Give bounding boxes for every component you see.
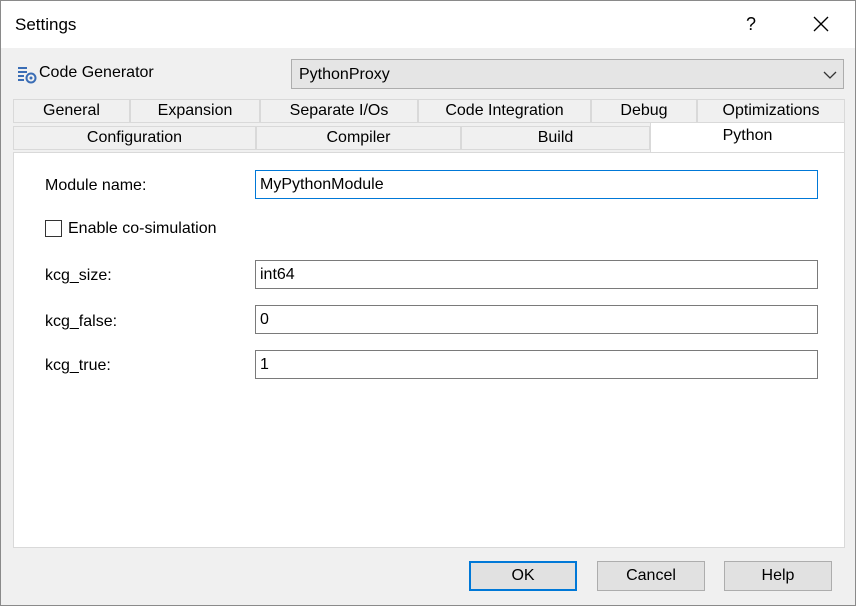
cancel-button[interactable]: Cancel bbox=[597, 561, 705, 591]
tab-separate-ios[interactable]: Separate I/Os bbox=[260, 99, 418, 123]
kcg-size-input[interactable]: int64 bbox=[255, 260, 818, 289]
tab-code-integration[interactable]: Code Integration bbox=[418, 99, 591, 123]
code-generator-label: Code Generator bbox=[39, 64, 154, 81]
tab-compiler[interactable]: Compiler bbox=[256, 126, 461, 150]
help-button[interactable]: Help bbox=[724, 561, 832, 591]
title-bar: Settings ? bbox=[1, 1, 855, 48]
kcg-true-label: kcg_true: bbox=[45, 357, 111, 374]
enable-cosimulation-label[interactable]: Enable co-simulation bbox=[68, 220, 217, 238]
kcg-true-input[interactable]: 1 bbox=[255, 350, 818, 379]
kcg-false-input[interactable]: 0 bbox=[255, 305, 818, 334]
tab-python[interactable]: Python bbox=[650, 122, 845, 153]
close-icon[interactable] bbox=[801, 9, 841, 39]
tab-debug[interactable]: Debug bbox=[591, 99, 697, 123]
tab-general[interactable]: General bbox=[13, 99, 130, 123]
enable-cosimulation-checkbox[interactable] bbox=[45, 220, 62, 237]
dialog-title: Settings bbox=[15, 15, 77, 34]
kcg-false-label: kcg_false: bbox=[45, 313, 118, 330]
ok-button[interactable]: OK bbox=[469, 561, 577, 591]
code-generator-select[interactable]: PythonProxy bbox=[291, 59, 844, 89]
code-generator-value: PythonProxy bbox=[299, 66, 390, 83]
tab-optimizations[interactable]: Optimizations bbox=[697, 99, 845, 123]
help-icon[interactable]: ? bbox=[733, 9, 769, 39]
kcg-size-label: kcg_size: bbox=[45, 267, 112, 284]
tab-build[interactable]: Build bbox=[461, 126, 650, 150]
settings-dialog: Settings ? Code Generator PythonProxy Ge… bbox=[0, 0, 856, 606]
module-name-input[interactable]: MyPythonModule bbox=[255, 170, 818, 199]
module-name-label: Module name: bbox=[45, 177, 147, 194]
code-generator-icon bbox=[17, 65, 37, 85]
tab-expansion[interactable]: Expansion bbox=[130, 99, 260, 123]
chevron-down-icon bbox=[823, 68, 837, 80]
tab-configuration[interactable]: Configuration bbox=[13, 126, 256, 150]
